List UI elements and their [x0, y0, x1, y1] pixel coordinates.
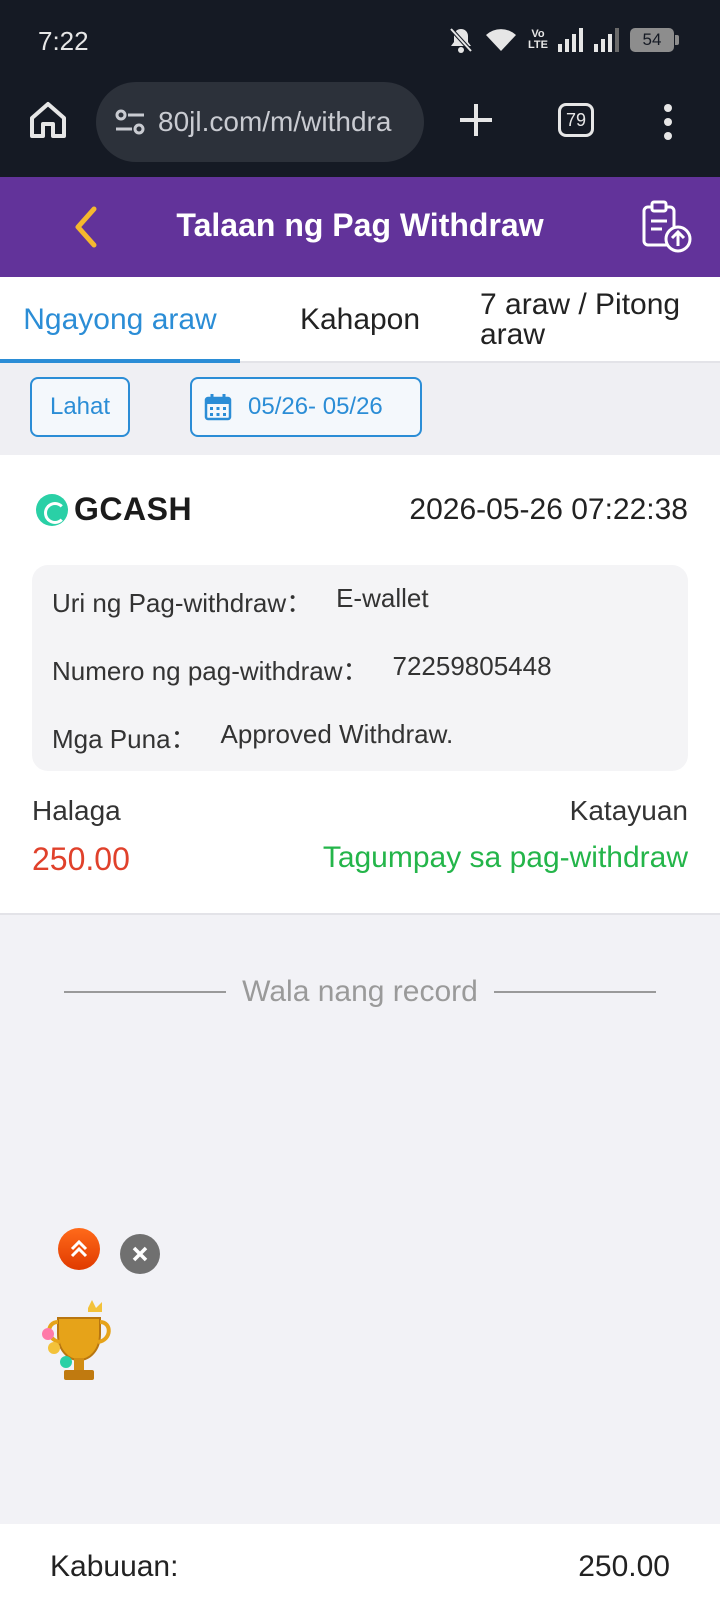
record-datetime: 2026-05-26 07:22:38 [409, 493, 688, 526]
divider-line [64, 991, 227, 993]
clipboard-upload-button[interactable] [640, 199, 694, 255]
url-text: 80jl.com/m/withdra [158, 106, 392, 137]
status-bar: 7:22 Vo LTE 54 [0, 0, 720, 80]
close-icon [132, 1246, 148, 1262]
tab-today[interactable]: Ngayong araw [0, 277, 240, 363]
calendar-icon [204, 394, 232, 421]
page-title: Talaan ng Pag Withdraw [176, 207, 544, 243]
volte-icon: Vo LTE [528, 28, 548, 51]
browser-menu-button[interactable] [656, 100, 680, 144]
date-range-text: 05/26- 05/26 [248, 393, 383, 420]
detail-value: E-wallet [336, 583, 429, 613]
tab-yesterday[interactable]: Kahapon [240, 277, 480, 363]
withdraw-record-card[interactable]: GCASH 2026-05-26 07:22:38 Uri ng Pag-wit… [0, 455, 720, 915]
no-more-records-text: Wala nang record [242, 975, 478, 1008]
app-header: Talaan ng Pag Withdraw [0, 177, 720, 277]
signal-icon-1 [558, 28, 584, 52]
type-filter-button[interactable]: Lahat [30, 377, 130, 437]
no-more-records: Wala nang record [64, 972, 656, 1012]
amount-label: Halaga [32, 795, 121, 826]
detail-label: Uri ng Pag-withdraw： [52, 588, 313, 618]
status-time: 7:22 [38, 26, 89, 56]
total-bar: Kabuuan: 250.00 [0, 1524, 720, 1604]
detail-value: 72259805448 [392, 651, 552, 681]
gcash-logo-icon [36, 493, 68, 526]
filter-row: Lahat 05/26- 05/26 [0, 363, 720, 455]
home-icon [30, 102, 66, 138]
leaderboard-trophy-icon[interactable] [36, 1300, 122, 1390]
date-range-button[interactable]: 05/26- 05/26 [190, 377, 422, 437]
divider-line [493, 991, 656, 993]
total-label: Kabuuan: [50, 1550, 179, 1583]
new-tab-button[interactable] [454, 98, 498, 142]
tab-switcher-button[interactable]: 79 [558, 103, 594, 137]
detail-row: Numero ng pag-withdraw： 72259805448 [52, 651, 688, 719]
more-vert-icon [664, 104, 672, 140]
status-label: Katayuan [569, 795, 688, 826]
close-float-button[interactable] [120, 1234, 160, 1274]
site-settings-icon[interactable] [110, 102, 150, 142]
detail-value: Approved Withdraw. [220, 719, 454, 749]
status-icons: Vo LTE 54 [448, 26, 679, 54]
address-bar[interactable]: 80jl.com/m/withdra [96, 82, 424, 162]
record-details: Uri ng Pag-withdraw： E-wallet Numero ng … [32, 565, 688, 771]
total-value: 250.00 [578, 1550, 670, 1583]
detail-label: Numero ng pag-withdraw： [52, 656, 369, 686]
amount-value: 250.00 [32, 841, 130, 877]
signal-icon-2 [594, 28, 620, 52]
wifi-icon [484, 27, 518, 53]
scroll-top-button[interactable] [58, 1228, 100, 1270]
detail-label: Mga Puna： [52, 724, 197, 754]
detail-row: Mga Puna： Approved Withdraw. [52, 719, 688, 787]
date-tabs: Ngayong araw Kahapon 7 araw / Pitong ara… [0, 277, 720, 363]
plus-icon [460, 104, 492, 136]
browser-toolbar: 80jl.com/m/withdra 79 [0, 80, 720, 177]
mute-bell-icon [448, 26, 474, 54]
provider-brand: GCASH [36, 491, 192, 528]
clipboard-upload-icon [642, 200, 692, 253]
browser-chrome: 7:22 Vo LTE 54 80jl.com/m/withdra 79 [0, 0, 720, 177]
double-chevron-up-icon [70, 1239, 88, 1258]
detail-row: Uri ng Pag-withdraw： E-wallet [52, 583, 688, 651]
battery-icon: 54 [630, 28, 679, 52]
status-value: Tagumpay sa pag-withdraw [322, 841, 688, 874]
provider-name: GCASH [74, 491, 193, 527]
tab-7-days[interactable]: 7 araw / Pitong araw [480, 277, 720, 363]
home-button[interactable] [26, 98, 70, 142]
